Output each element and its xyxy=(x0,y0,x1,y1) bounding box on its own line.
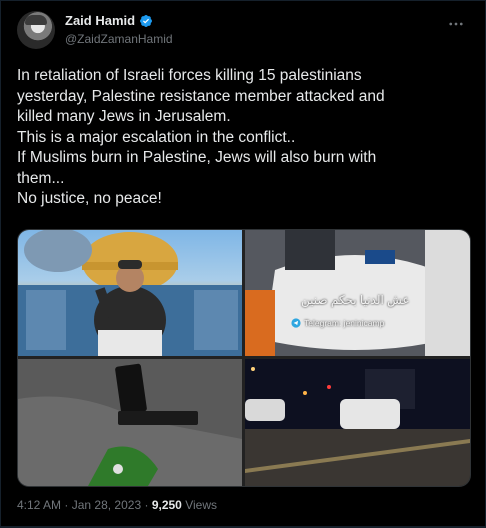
tweet-date[interactable]: Jan 28, 2023 xyxy=(72,498,141,512)
views-count: 9,250 xyxy=(151,498,182,512)
author-name-row[interactable]: Zaid Hamid xyxy=(65,13,153,28)
media-grid xyxy=(17,229,471,487)
tweet-time[interactable]: 4:12 AM xyxy=(17,498,61,512)
more-options-icon[interactable] xyxy=(447,15,465,33)
telegram-icon xyxy=(291,318,301,328)
avatar[interactable] xyxy=(17,11,55,49)
telegram-watermark: Telegram: jeninicamp xyxy=(291,318,384,328)
media-image-1[interactable] xyxy=(18,230,242,356)
tweet-card[interactable]: Zaid Hamid @ZaidZamanHamid In retaliatio… xyxy=(1,1,485,526)
tweet-line: In retaliation of Israeli forces killing… xyxy=(17,67,362,84)
separator-dot: · xyxy=(64,498,69,512)
verified-badge-icon xyxy=(140,14,153,27)
tweet-line: killed many Jews in Jerusalem. xyxy=(17,108,231,125)
telegram-label: Telegram: jeninicamp xyxy=(304,318,385,328)
tweet-line: yesterday, Palestine resistance member a… xyxy=(17,87,385,105)
tweet-line: If Muslims burn in Palestine, Jews will … xyxy=(17,149,377,166)
author-name[interactable]: Zaid Hamid xyxy=(65,13,135,28)
media-image-4[interactable] xyxy=(245,359,470,486)
tweet-header: Zaid Hamid @ZaidZamanHamid xyxy=(17,11,469,51)
author-handle[interactable]: @ZaidZamanHamid xyxy=(65,32,173,46)
photo-night-street-car-icon xyxy=(245,359,470,486)
media-image-3[interactable] xyxy=(18,359,242,486)
arabic-overlay-text: عش الدنيا بحكم صنين xyxy=(301,293,410,307)
photo-pistol-ground-icon xyxy=(18,359,242,486)
tweet-line: This is a major escalation in the confli… xyxy=(17,128,296,146)
separator-dot: · xyxy=(144,498,149,512)
views-label: Views xyxy=(185,498,217,512)
tweet-text: In retaliation of Israeli forces killing… xyxy=(17,66,472,210)
tweet-footer: 4:12 AM · Jan 28, 2023 · 9,250 Views xyxy=(17,498,217,512)
tweet-line: No justice, no peace! xyxy=(17,190,162,207)
tweet-line: them... xyxy=(17,169,65,187)
photo-man-dome-icon xyxy=(18,230,242,356)
